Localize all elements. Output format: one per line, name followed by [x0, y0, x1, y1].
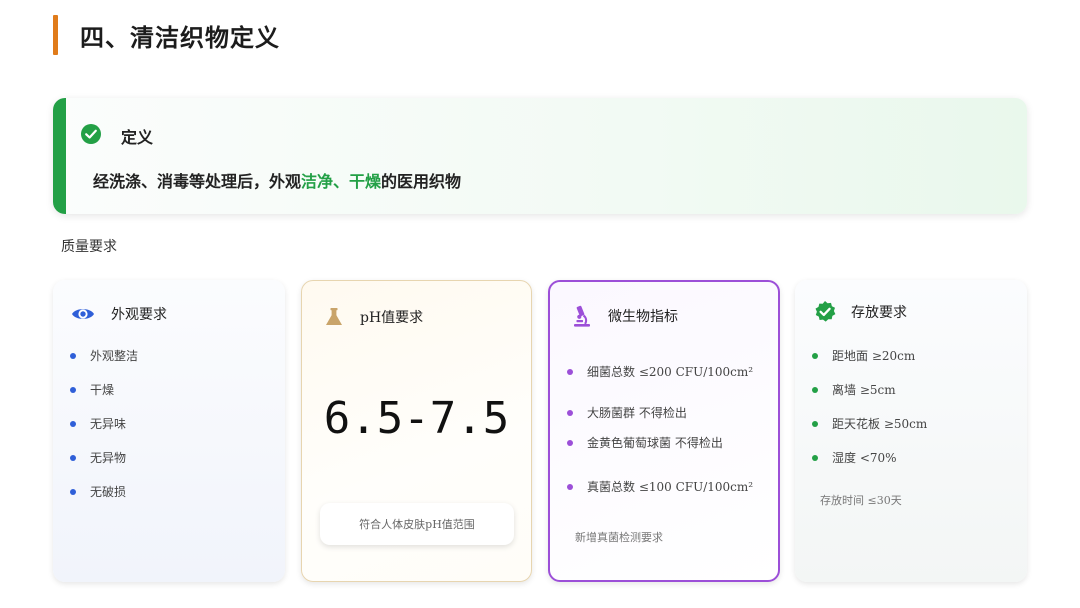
list-item-text: 干燥 [90, 383, 115, 397]
ph-card-title: pH值要求 [360, 310, 424, 326]
appearance-card-header: 外观要求 [71, 302, 167, 326]
storage-card-header: 存放要求 [813, 300, 907, 324]
storage-card-title: 存放要求 [851, 305, 907, 321]
definition-heading: 定义 [121, 128, 154, 147]
list-item: 湿度 <70% [812, 449, 897, 466]
list-item: 干燥 [70, 381, 114, 398]
ph-card-header: pH值要求 [322, 305, 423, 329]
bullet-dot [567, 409, 573, 416]
definition-accent-bar [53, 98, 66, 214]
bullet-dot [812, 352, 818, 359]
definition-text-after: 的医用织物 [381, 172, 462, 191]
microscope-icon [574, 305, 590, 327]
list-item-text: 金黄色葡萄球菌 不得检出 [587, 436, 723, 450]
list-item-text: 无异味 [90, 417, 127, 431]
list-item-text: 距天花板 ≥50cm [832, 417, 928, 431]
list-item: 离墙 ≥5cm [812, 381, 896, 398]
definition-text-before: 经洗涤、消毒等处理后，外观 [93, 172, 302, 191]
list-item: 距天花板 ≥50cm [812, 415, 927, 432]
bullet-dot [70, 454, 76, 461]
list-item-text: 无异物 [90, 451, 127, 465]
list-item-text: 湿度 <70% [832, 451, 897, 465]
bullet-dot [70, 352, 76, 359]
definition-text: 经洗涤、消毒等处理后，外观洁净、干燥的医用织物 [93, 168, 461, 192]
bullet-dot [812, 420, 818, 427]
list-item: 外观整洁 [70, 347, 138, 364]
list-item: 距地面 ≥20cm [812, 347, 915, 364]
list-item: 真菌总数 ≤100 CFU/100cm² [567, 478, 753, 495]
eye-icon [72, 309, 94, 319]
list-item-text: 大肠菌群 不得检出 [587, 406, 687, 420]
appearance-card-title: 外观要求 [111, 307, 167, 323]
bullet-dot [812, 386, 818, 393]
microbiology-card-header: 微生物指标 [570, 304, 678, 328]
page-title: 四、清洁织物定义 [80, 23, 280, 52]
list-item: 无异物 [70, 449, 126, 466]
bullet-dot [567, 439, 573, 446]
list-item-text: 距地面 ≥20cm [832, 349, 916, 363]
list-item-text: 离墙 ≥5cm [832, 383, 896, 397]
ph-card: pH值要求 6.5-7.5 符合人体皮肤pH值范围 [301, 280, 532, 582]
quality-section-label: 质量要求 [61, 239, 117, 255]
storage-note: 存放时间 ≤30天 [820, 494, 902, 507]
bullet-dot [567, 368, 573, 375]
check-circle-icon [81, 124, 101, 144]
list-item: 大肠菌群 不得检出 [567, 404, 687, 421]
ph-range-value: 6.5-7.5 [323, 393, 510, 444]
badge-check-icon [815, 301, 836, 322]
ph-note: 符合人体皮肤pH值范围 [320, 503, 514, 545]
microbiology-card: 微生物指标 细菌总数 ≤200 CFU/100cm² 大肠菌群 不得检出 金黄色… [548, 280, 780, 582]
microbiology-note: 新增真菌检测要求 [575, 531, 663, 544]
bullet-dot [567, 483, 573, 490]
title-accent-bar [53, 15, 58, 55]
bullet-dot [812, 454, 818, 461]
list-item: 细菌总数 ≤200 CFU/100cm² [567, 363, 753, 380]
list-item-text: 细菌总数 ≤200 CFU/100cm² [587, 365, 754, 379]
definition-highlight: 洁净、干燥 [301, 172, 382, 191]
bullet-dot [70, 386, 76, 393]
list-item: 无破损 [70, 483, 126, 500]
definition-card: 定义 经洗涤、消毒等处理后，外观洁净、干燥的医用织物 [53, 98, 1027, 214]
appearance-card: 外观要求 外观整洁 干燥 无异味 无异物 无破损 [53, 280, 285, 582]
list-item: 金黄色葡萄球菌 不得检出 [567, 434, 723, 451]
list-item: 无异味 [70, 415, 126, 432]
list-item-text: 真菌总数 ≤100 CFU/100cm² [587, 480, 754, 494]
list-item-text: 无破损 [90, 485, 127, 499]
microbiology-card-title: 微生物指标 [608, 309, 678, 325]
flask-icon [326, 308, 342, 325]
list-item-text: 外观整洁 [90, 349, 139, 363]
bullet-dot [70, 488, 76, 495]
storage-card: 存放要求 距地面 ≥20cm 离墙 ≥5cm 距天花板 ≥50cm 湿度 <70… [795, 280, 1027, 582]
bullet-dot [70, 420, 76, 427]
